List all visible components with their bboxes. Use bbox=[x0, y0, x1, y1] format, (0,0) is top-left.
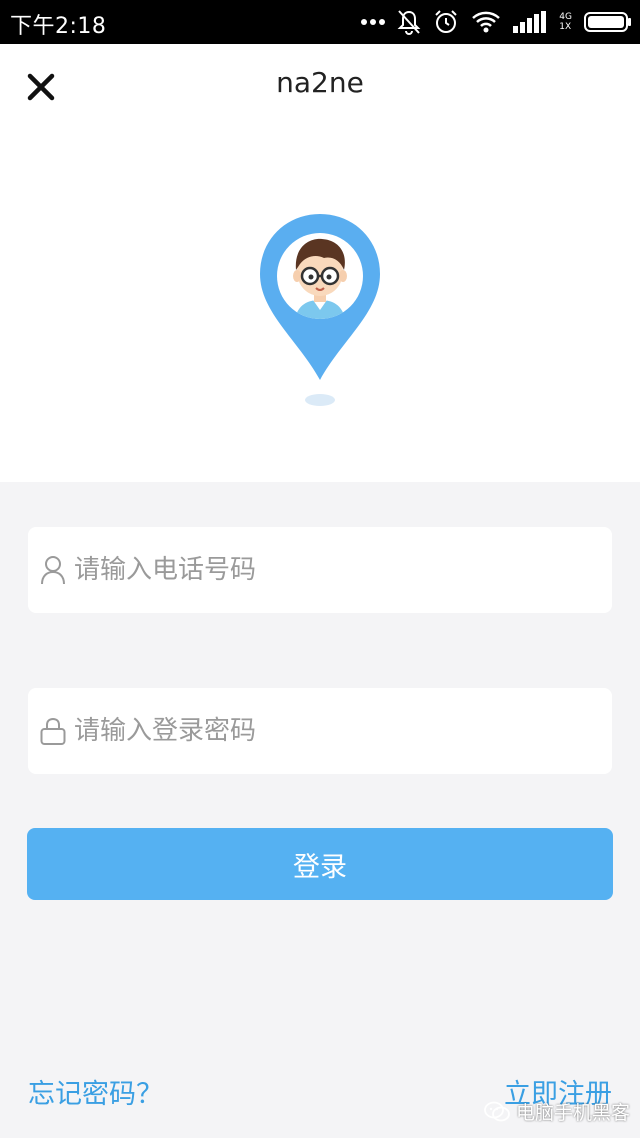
network-label: 4G bbox=[559, 12, 572, 22]
watermark: 电脑手机黑客 bbox=[484, 1098, 630, 1125]
status-icons: 4G 1X bbox=[361, 8, 632, 36]
page-title: na2ne bbox=[276, 66, 364, 99]
header-bar: na2ne bbox=[0, 44, 640, 128]
alarm-icon bbox=[433, 9, 459, 35]
forgot-password-link[interactable]: 忘记密码？ bbox=[28, 1072, 163, 1111]
password-input[interactable] bbox=[72, 700, 612, 762]
password-field-card bbox=[28, 688, 612, 774]
watermark-text: 电脑手机黑客 bbox=[515, 1102, 630, 1124]
phone-input[interactable] bbox=[72, 539, 612, 601]
login-button[interactable]: 登录 bbox=[27, 828, 613, 900]
lock-icon bbox=[40, 717, 66, 745]
battery-icon bbox=[584, 11, 632, 33]
phone-field-card bbox=[28, 527, 612, 613]
wifi-icon bbox=[471, 10, 501, 34]
mute-bell-icon bbox=[397, 9, 421, 35]
more-icon bbox=[361, 18, 386, 26]
status-time: 下午2:18 bbox=[10, 14, 107, 39]
wechat-icon bbox=[484, 1101, 510, 1121]
user-icon bbox=[41, 556, 65, 585]
location-pin-avatar bbox=[260, 214, 380, 406]
network-type: 4G 1X bbox=[559, 12, 572, 32]
status-bar: 下午2:18 4G 1X bbox=[0, 0, 640, 44]
network-sub: 1X bbox=[559, 22, 572, 32]
hero-area bbox=[0, 128, 640, 482]
signal-icon bbox=[513, 11, 547, 33]
